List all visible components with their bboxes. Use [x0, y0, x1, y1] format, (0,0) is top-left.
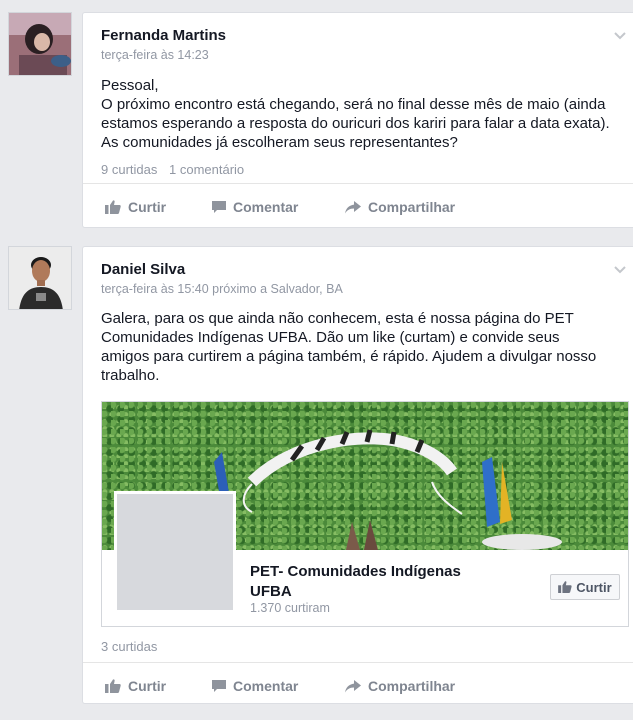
chevron-down-icon[interactable] [613, 263, 627, 275]
share-label: Compartilhar [368, 199, 456, 215]
action-bar: Curtir Comentar Compartilhar [83, 183, 633, 230]
post-stats: 9 curtidas 1 comentário [101, 162, 244, 177]
like-button[interactable]: Curtir [105, 199, 166, 215]
thumbs-up-icon [105, 200, 121, 214]
page-name[interactable]: PET- Comunidades Indígenas UFBA [250, 562, 490, 602]
share-arrow-icon [345, 200, 361, 213]
speech-bubble-icon [212, 201, 226, 213]
post-author-name[interactable]: Daniel Silva [101, 261, 185, 278]
comment-label: Comentar [233, 199, 299, 215]
share-button[interactable]: Compartilhar [345, 199, 455, 215]
comments-count[interactable]: 1 comentário [169, 162, 244, 177]
share-label: Compartilhar [368, 678, 456, 694]
post-author-name[interactable]: Fernanda Martins [101, 27, 226, 44]
post-card: Fernanda Martins terça-feira às 14:23 Pe… [82, 12, 633, 228]
speech-bubble-icon [212, 680, 226, 692]
like-label: Curtir [128, 678, 167, 694]
like-page-button[interactable]: Curtir [550, 574, 620, 600]
likes-count[interactable]: 3 curtidas [101, 639, 157, 654]
page-likes-count: 1.370 curtiram [250, 601, 330, 615]
link-preview[interactable]: PET- Comunidades Indígenas UFBA 1.370 cu… [101, 401, 629, 627]
avatar-photo [9, 247, 71, 309]
post-timestamp[interactable]: terça-feira às 15:40 próximo a Salvador,… [101, 282, 343, 296]
post-stats: 3 curtidas [101, 639, 157, 654]
post-card: Daniel Silva terça-feira às 15:40 próxim… [82, 246, 633, 704]
comment-label: Comentar [233, 678, 299, 694]
post-text: Pessoal, O próximo encontro está chegand… [101, 77, 610, 151]
thumbs-up-icon [105, 679, 121, 693]
like-page-label: Curtir [576, 579, 612, 595]
thumbs-up-icon [558, 581, 572, 593]
chevron-down-icon[interactable] [613, 29, 627, 41]
avatar-photo [9, 13, 71, 75]
like-button[interactable]: Curtir [105, 678, 166, 694]
post-timestamp[interactable]: terça-feira às 14:23 [101, 48, 209, 62]
share-button[interactable]: Compartilhar [345, 678, 455, 694]
action-bar: Curtir Comentar Compartilhar [83, 662, 633, 709]
share-arrow-icon [345, 679, 361, 692]
author-avatar-daniel[interactable] [8, 246, 72, 310]
like-label: Curtir [128, 199, 167, 215]
author-avatar-fernanda[interactable] [8, 12, 72, 76]
comment-button[interactable]: Comentar [212, 199, 298, 215]
likes-count[interactable]: 9 curtidas [101, 162, 157, 177]
comment-button[interactable]: Comentar [212, 678, 298, 694]
page-profile-picture[interactable] [114, 491, 236, 613]
post-text: Galera, para os que ainda não conhecem, … [101, 310, 597, 384]
